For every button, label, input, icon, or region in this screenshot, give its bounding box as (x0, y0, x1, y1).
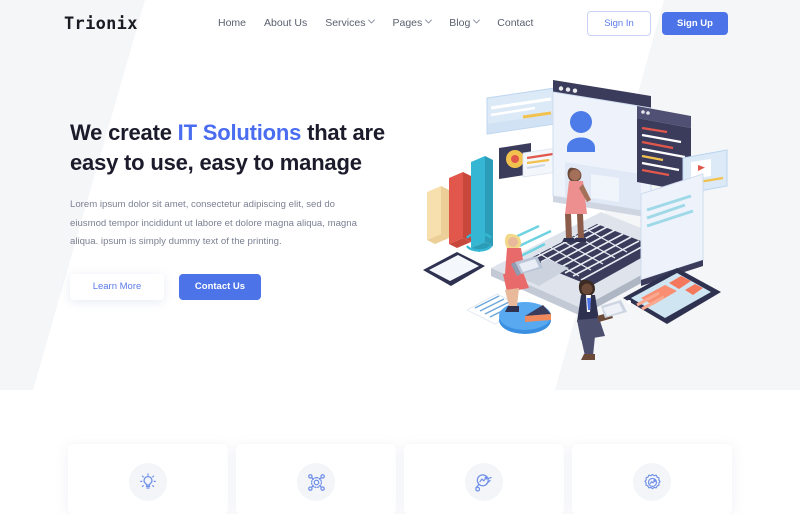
feature-card-4[interactable] (572, 444, 732, 514)
learn-more-button[interactable]: Learn More (70, 273, 164, 300)
nav-item-services[interactable]: Services (325, 17, 376, 29)
feature-cards-row (0, 444, 800, 514)
bar-chart-3d (427, 156, 493, 252)
nav-item-contact[interactable]: Contact (497, 17, 533, 29)
hero-title-part1: We create (70, 120, 178, 145)
page-title: We create IT Solutions that are easy to … (70, 118, 400, 178)
nav-label-contact: Contact (497, 17, 534, 29)
hero-title-part2: that are (301, 120, 385, 145)
smartphone-device (423, 252, 485, 286)
sign-up-button[interactable]: Sign Up (662, 12, 728, 35)
pie-chart-3d (499, 302, 551, 334)
floating-card-media-left (499, 143, 558, 179)
nav-item-blog[interactable]: Blog (449, 17, 481, 29)
nav-label-services: Services (325, 17, 366, 29)
nav-label-pages: Pages (392, 17, 423, 29)
gear-chart-icon (633, 463, 671, 501)
nav-label-home: Home (218, 17, 247, 29)
magnifier-chart-icon (465, 463, 503, 501)
contact-us-button[interactable]: Contact Us (179, 273, 261, 300)
isometric-team-devices-illustration (405, 62, 735, 362)
feature-card-2[interactable] (236, 444, 396, 514)
lightbulb-icon (129, 463, 167, 501)
chevron-down-icon (473, 19, 481, 25)
sign-in-button[interactable]: Sign In (587, 11, 651, 36)
side-screen-right (640, 173, 704, 286)
network-hub-icon (297, 463, 335, 501)
chevron-down-icon (368, 19, 376, 25)
feature-card-3[interactable] (404, 444, 564, 514)
hero-title-accent: IT Solutions (177, 120, 302, 145)
floating-card-top-left (486, 87, 556, 135)
hero-title-line2: easy to use, easy to manage (70, 150, 362, 175)
nav-item-pages[interactable]: Pages (392, 17, 433, 29)
nav-item-about-us[interactable]: About Us (264, 17, 307, 29)
hero-paragraph: Lorem ipsum dolor sit amet, consectetur … (70, 199, 357, 247)
nav-label-blog: Blog (449, 17, 471, 29)
auth-buttons: Sign In Sign Up (587, 11, 728, 36)
nav-label-about-us: About Us (264, 17, 308, 29)
hero-cta-buttons: Learn More Contact Us (70, 273, 400, 300)
main-navigation: Home About Us Services Pages Blog Contac… (218, 17, 533, 29)
brand-logo[interactable]: Trionix (64, 14, 138, 34)
chevron-down-icon (425, 19, 433, 25)
hero-copy: We create IT Solutions that are easy to … (70, 118, 400, 300)
sidebar-item-home[interactable]: Home (218, 17, 246, 29)
feature-card-1[interactable] (68, 444, 228, 514)
site-header: Trionix Home About Us Services Pages Blo… (0, 0, 800, 50)
